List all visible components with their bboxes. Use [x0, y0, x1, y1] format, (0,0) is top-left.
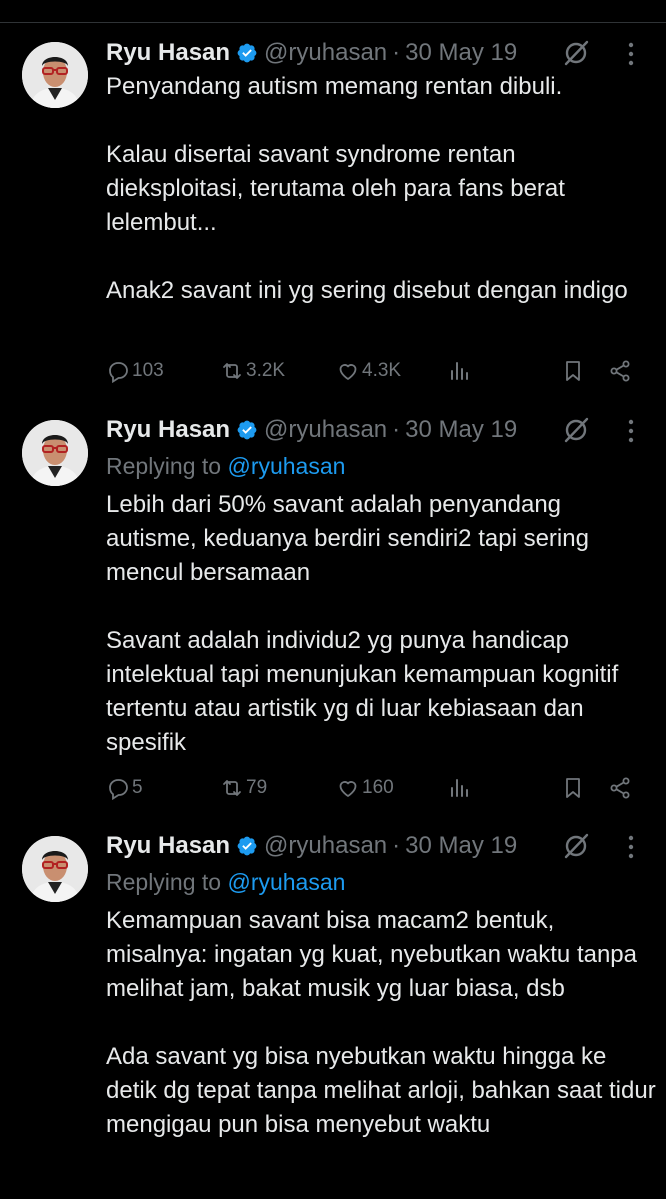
top-divider [0, 22, 666, 23]
replying-to: Replying to @ryuhasan [106, 869, 345, 896]
like-button[interactable]: 4.3K [336, 356, 401, 386]
like-button[interactable]: 160 [336, 773, 394, 803]
share-button[interactable] [608, 773, 632, 803]
views-icon [451, 362, 468, 380]
views-button[interactable] [447, 356, 471, 386]
share-icon [610, 360, 630, 382]
reply-button[interactable]: 103 [106, 356, 164, 386]
tweet-actions: 103 3.2K 4.3K [0, 356, 666, 386]
author-handle[interactable]: @ryuhasan [264, 416, 387, 444]
grok-icon[interactable] [562, 416, 590, 444]
repost-icon [223, 780, 241, 796]
author-name[interactable]: Ryu Hasan [106, 416, 230, 444]
tweet-date[interactable]: 30 May 19 [405, 416, 517, 444]
share-icon [610, 777, 630, 799]
author-handle[interactable]: @ryuhasan [264, 39, 387, 67]
tweet-date[interactable]: 30 May 19 [405, 39, 517, 67]
reply-count: 5 [132, 777, 143, 798]
bookmark-button[interactable] [561, 773, 585, 803]
views-button[interactable] [447, 773, 471, 803]
tweet-header: Ryu Hasan @ryuhasan · 30 May 19 [106, 831, 517, 861]
repost-count: 3.2K [246, 360, 286, 381]
author-name[interactable]: Ryu Hasan [106, 832, 230, 860]
author-name[interactable]: Ryu Hasan [106, 39, 230, 67]
repost-count: 79 [246, 777, 268, 798]
more-options-icon[interactable] [622, 418, 640, 444]
grok-icon[interactable] [562, 832, 590, 860]
views-icon [451, 779, 468, 797]
repost-icon [223, 363, 241, 379]
verified-badge-icon[interactable] [236, 835, 258, 857]
replying-prefix: Replying to [106, 453, 228, 479]
tweet-text: Lebih dari 50% savant adalah penyandang … [106, 491, 619, 756]
like-icon [339, 364, 357, 380]
more-options-icon[interactable] [622, 834, 640, 860]
tweet-header: Ryu Hasan @ryuhasan · 30 May 19 [106, 415, 517, 445]
tweet-actions: 5 79 160 [0, 773, 666, 803]
avatar[interactable] [22, 836, 88, 902]
verified-badge-icon[interactable] [236, 419, 258, 441]
reply-count: 103 [132, 360, 164, 381]
author-handle[interactable]: @ryuhasan [264, 832, 387, 860]
tweet-date[interactable]: 30 May 19 [405, 832, 517, 860]
bookmark-icon [566, 778, 580, 798]
like-icon [339, 781, 357, 797]
repost-button[interactable]: 79 [220, 773, 267, 803]
replying-to: Replying to @ryuhasan [106, 453, 345, 480]
more-options-icon[interactable] [622, 41, 640, 67]
share-button[interactable] [608, 356, 632, 386]
separator-dot: · [392, 416, 401, 443]
separator-dot: · [392, 39, 401, 66]
reply-icon [109, 362, 128, 383]
bookmark-button[interactable] [561, 356, 585, 386]
tweet-text: Penyandang autism memang rentan dibuli. … [106, 73, 628, 304]
reply-button[interactable]: 5 [106, 773, 143, 803]
avatar[interactable] [22, 420, 88, 486]
avatar[interactable] [22, 42, 88, 108]
bookmark-icon [566, 361, 580, 381]
tweet-header: Ryu Hasan @ryuhasan · 30 May 19 [106, 38, 517, 68]
like-count: 160 [362, 777, 394, 798]
grok-icon[interactable] [562, 39, 590, 67]
replying-mention-link[interactable]: @ryuhasan [227, 869, 345, 895]
replying-mention-link[interactable]: @ryuhasan [227, 453, 345, 479]
like-count: 4.3K [362, 360, 402, 381]
tweet-text: Kemampuan savant bisa macam2 bentuk, mis… [106, 907, 656, 1138]
verified-badge-icon[interactable] [236, 42, 258, 64]
replying-prefix: Replying to [106, 869, 228, 895]
repost-button[interactable]: 3.2K [220, 356, 285, 386]
reply-icon [109, 779, 128, 800]
separator-dot: · [392, 832, 401, 859]
